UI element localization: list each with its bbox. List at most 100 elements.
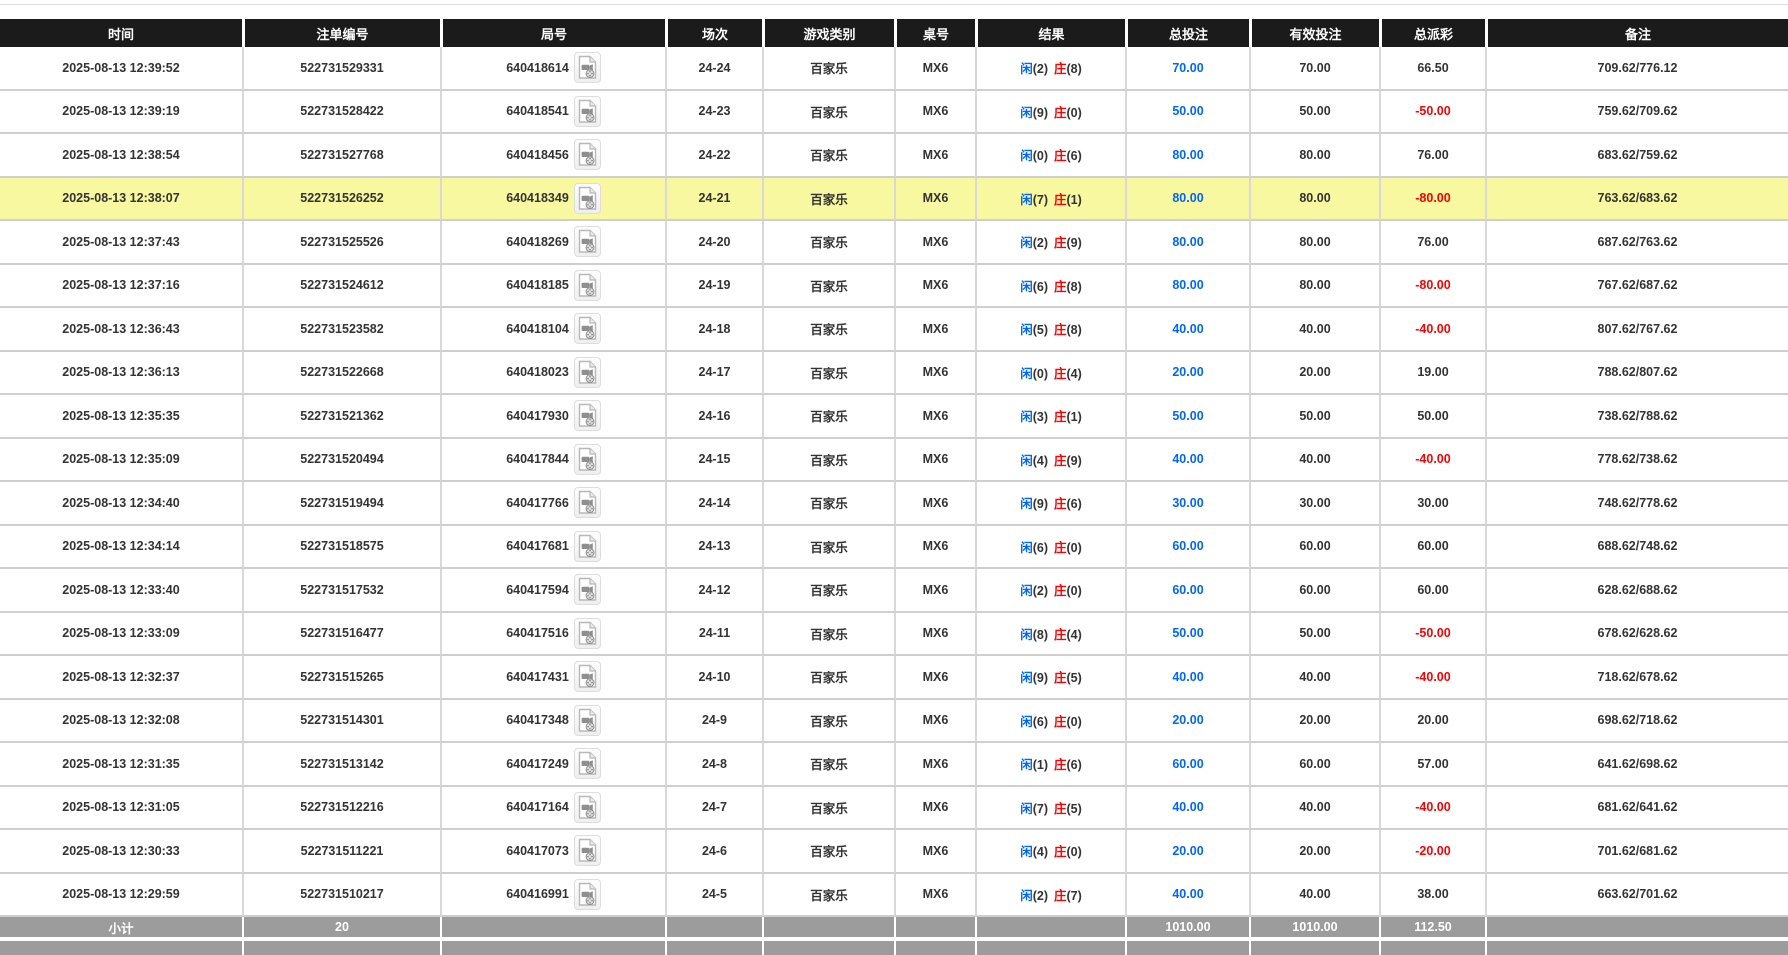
table-row[interactable]: 2025-08-13 12:36:43 522731523582 6404181… (0, 308, 1788, 352)
banker-score: (6) (1067, 758, 1082, 772)
cell-total-bet: 50.00 (1125, 395, 1249, 439)
cell-valid-bet: 40.00 (1249, 439, 1379, 483)
video-film-icon (577, 708, 598, 733)
cell-result: 闲(6)庄(8) (975, 265, 1125, 309)
cell-payout: 57.00 (1379, 743, 1485, 787)
table-row[interactable]: 2025-08-13 12:33:09 522731516477 6404175… (0, 613, 1788, 657)
video-replay-button[interactable] (574, 531, 601, 562)
cell-payout: 20.00 (1379, 700, 1485, 744)
player-label: 闲 (1020, 715, 1033, 729)
banker-score: (4) (1067, 367, 1082, 381)
cell-payout: -20.00 (1379, 830, 1485, 874)
banker-score: (0) (1067, 715, 1082, 729)
cell-game-type: 百家乐 (762, 787, 894, 831)
video-replay-button[interactable] (574, 183, 601, 214)
table-row[interactable]: 2025-08-13 12:39:52 522731529331 6404186… (0, 47, 1788, 91)
table-row[interactable]: 2025-08-13 12:37:16 522731524612 6404181… (0, 265, 1788, 309)
cell-result: 闲(7)庄(5) (975, 787, 1125, 831)
cell-time: 2025-08-13 12:36:13 (0, 352, 242, 396)
cell-session: 24-9 (665, 700, 762, 744)
video-film-icon (577, 99, 598, 124)
cell-valid-bet: 40.00 (1249, 308, 1379, 352)
table-row[interactable]: 2025-08-13 12:34:40 522731519494 6404177… (0, 482, 1788, 526)
cell-valid-bet: 40.00 (1249, 787, 1379, 831)
video-replay-button[interactable] (574, 705, 601, 736)
video-replay-button[interactable] (574, 835, 601, 866)
table-row[interactable]: 2025-08-13 12:32:37 522731515265 6404174… (0, 656, 1788, 700)
cell-result: 闲(8)庄(4) (975, 613, 1125, 657)
cell-remark: 698.62/718.62 (1485, 700, 1788, 744)
table-row[interactable]: 2025-08-13 12:34:14 522731518575 6404176… (0, 526, 1788, 570)
table-row[interactable]: 2025-08-13 12:33:40 522731517532 6404175… (0, 569, 1788, 613)
cell-round-id: 640416991 (440, 874, 665, 918)
cell-valid-bet: 50.00 (1249, 613, 1379, 657)
banker-label: 庄 (1054, 628, 1067, 642)
table-row[interactable]: 2025-08-13 12:38:07 522731526252 6404183… (0, 178, 1788, 222)
cell-session: 24-7 (665, 787, 762, 831)
video-replay-button[interactable] (574, 52, 601, 83)
table-row[interactable]: 2025-08-13 12:39:19 522731528422 6404185… (0, 91, 1788, 135)
player-score: (9) (1033, 497, 1048, 511)
cell-bet-id: 522731529331 (242, 47, 440, 91)
cell-remark: 683.62/759.62 (1485, 134, 1788, 178)
banker-score: (8) (1067, 280, 1082, 294)
table-row[interactable]: 2025-08-13 12:30:33 522731511221 6404170… (0, 830, 1788, 874)
total-empty-cell (975, 941, 1125, 955)
table-row[interactable]: 2025-08-13 12:37:43 522731525526 6404182… (0, 221, 1788, 265)
cell-table-no: MX6 (894, 47, 975, 91)
video-replay-button[interactable] (574, 792, 601, 823)
video-replay-button[interactable] (574, 748, 601, 779)
cell-result: 闲(9)庄(0) (975, 91, 1125, 135)
player-label: 闲 (1020, 323, 1033, 337)
table-row[interactable]: 2025-08-13 12:31:35 522731513142 6404172… (0, 743, 1788, 787)
video-replay-button[interactable] (574, 226, 601, 257)
video-replay-button[interactable] (574, 879, 601, 910)
cell-table-no: MX6 (894, 482, 975, 526)
banker-label: 庄 (1054, 802, 1067, 816)
cell-time: 2025-08-13 12:39:52 (0, 47, 242, 91)
cell-result: 闲(6)庄(0) (975, 700, 1125, 744)
video-replay-button[interactable] (574, 618, 601, 649)
video-replay-button[interactable] (574, 661, 601, 692)
cell-table-no: MX6 (894, 265, 975, 309)
cell-total-bet: 50.00 (1125, 91, 1249, 135)
cell-remark: 641.62/698.62 (1485, 743, 1788, 787)
cell-payout: -40.00 (1379, 308, 1485, 352)
table-row[interactable]: 2025-08-13 12:38:54 522731527768 6404184… (0, 134, 1788, 178)
table-row[interactable]: 2025-08-13 12:31:05 522731512216 6404171… (0, 787, 1788, 831)
player-label: 闲 (1020, 671, 1033, 685)
cell-session: 24-12 (665, 569, 762, 613)
table-row[interactable]: 2025-08-13 12:35:09 522731520494 6404178… (0, 439, 1788, 483)
video-replay-button[interactable] (574, 313, 601, 344)
video-replay-button[interactable] (574, 270, 601, 301)
table-row[interactable]: 2025-08-13 12:29:59 522731510217 6404169… (0, 874, 1788, 918)
video-replay-button[interactable] (574, 444, 601, 475)
cell-bet-id: 522731516477 (242, 613, 440, 657)
cell-remark: 788.62/807.62 (1485, 352, 1788, 396)
round-id-text: 640417431 (506, 670, 569, 684)
video-replay-button[interactable] (574, 139, 601, 170)
cell-remark: 778.62/738.62 (1485, 439, 1788, 483)
cell-bet-id: 522731515265 (242, 656, 440, 700)
video-film-icon (577, 403, 598, 428)
video-replay-button[interactable] (574, 96, 601, 127)
banker-label: 庄 (1054, 584, 1067, 598)
video-film-icon (577, 316, 598, 341)
video-replay-button[interactable] (574, 400, 601, 431)
video-replay-button[interactable] (574, 574, 601, 605)
table-row[interactable]: 2025-08-13 12:35:35 522731521362 6404179… (0, 395, 1788, 439)
table-row[interactable]: 2025-08-13 12:36:13 522731522668 6404180… (0, 352, 1788, 396)
cell-bet-id: 522731527768 (242, 134, 440, 178)
player-label: 闲 (1020, 802, 1033, 816)
cell-time: 2025-08-13 12:32:37 (0, 656, 242, 700)
video-replay-button[interactable] (574, 357, 601, 388)
cell-bet-id: 522731521362 (242, 395, 440, 439)
cell-bet-id: 522731525526 (242, 221, 440, 265)
banker-score: (0) (1067, 584, 1082, 598)
subtotal-label: 小计 (0, 917, 242, 941)
cell-valid-bet: 20.00 (1249, 830, 1379, 874)
video-replay-button[interactable] (574, 487, 601, 518)
bet-records-table: 时间 注单编号 局号 场次 游戏类别 桌号 结果 总投注 有效投注 总派彩 备注… (0, 19, 1788, 955)
table-row[interactable]: 2025-08-13 12:32:08 522731514301 6404173… (0, 700, 1788, 744)
player-score: (0) (1033, 149, 1048, 163)
